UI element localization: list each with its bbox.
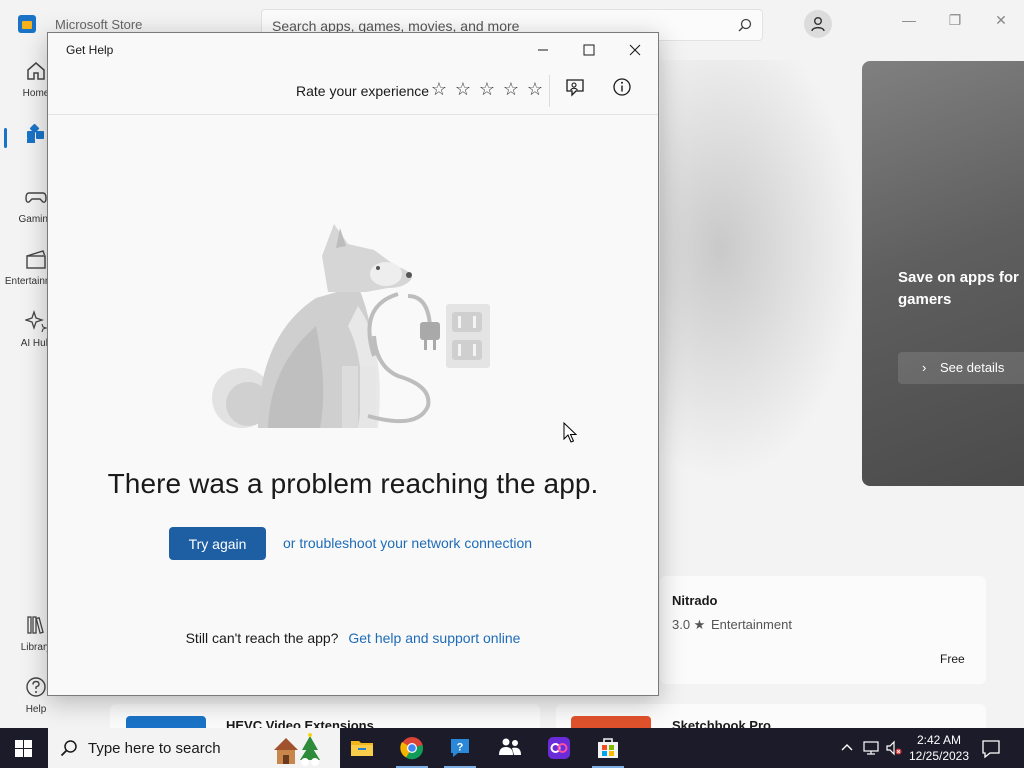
get-help-window: Get Help Rate your experience ☆ ☆ ☆ ☆ ☆: [47, 32, 659, 696]
windows-logo-icon: [15, 740, 32, 757]
close-icon: [629, 44, 641, 56]
nav-label: Help: [25, 704, 47, 715]
rate-experience-label: Rate your experience: [296, 83, 430, 99]
taskbar-store[interactable]: [584, 728, 632, 768]
taskbar-file-explorer[interactable]: [338, 728, 386, 768]
dialog-close-button[interactable]: [612, 33, 658, 67]
taskbar-people[interactable]: [486, 728, 534, 768]
store-icon: [598, 738, 618, 758]
card-category: Entertainment: [711, 617, 792, 632]
clapperboard-icon: [26, 250, 46, 269]
hero-text: Save on apps for gamers: [898, 269, 1019, 308]
search-icon[interactable]: [738, 18, 752, 32]
taskbar-search-placeholder: Type here to search: [88, 740, 221, 757]
see-details-label: See details: [940, 360, 1005, 375]
card-rating: 3.0 ★: [672, 617, 706, 632]
error-heading: There was a problem reaching the app.: [107, 468, 599, 499]
info-button[interactable]: [612, 77, 638, 103]
troubleshoot-network-link[interactable]: or troubleshoot your network connection: [283, 535, 532, 551]
volume-muted-icon[interactable]: [886, 740, 902, 756]
dog-unplugged-illustration: [212, 224, 490, 428]
maximize-icon: [583, 44, 595, 56]
see-details-button[interactable]: › See details: [898, 352, 1024, 384]
chevron-right-icon: ›: [922, 360, 927, 375]
app-card-nitrado[interactable]: Nitrado 3.0 ★ Entertainment Free: [660, 576, 986, 684]
clock-time: 2:42 AM: [916, 733, 962, 747]
get-help-icon: ?: [451, 739, 469, 757]
card-title: Sketchbook Pro: [672, 718, 771, 728]
feedback-button[interactable]: [564, 77, 590, 103]
store-minimize-button[interactable]: —: [886, 8, 932, 32]
mouse-cursor-icon: [563, 422, 577, 443]
store-logo-icon: [18, 15, 36, 33]
sketchbook-app-tile: [571, 716, 651, 728]
card-title: Nitrado: [672, 593, 718, 608]
hero-banner[interactable]: Save on apps for gamers › See details: [862, 61, 1024, 486]
rating-star-5[interactable]: ☆: [526, 80, 544, 98]
network-icon[interactable]: [863, 740, 879, 756]
dialog-maximize-button[interactable]: [566, 33, 612, 67]
account-avatar[interactable]: [804, 10, 832, 38]
store-restore-button[interactable]: ❐: [932, 8, 978, 32]
clock-date: 12/25/2023: [908, 749, 970, 763]
get-help-titlebar[interactable]: Get Help: [48, 33, 658, 67]
still-cant-reach-text: Still can't reach the app?: [185, 630, 339, 646]
svg-text:?: ?: [457, 742, 464, 754]
get-help-content: There was a problem reaching the app. Tr…: [48, 116, 658, 695]
holiday-decoration-icon: [274, 733, 320, 766]
taskbar: Type here to search ? 2:42 AM 12/25/2023: [0, 728, 1024, 768]
notification-icon[interactable]: [980, 738, 1002, 760]
rating-star-4[interactable]: ☆: [502, 80, 520, 98]
info-icon: [613, 78, 631, 96]
apps-icon: [27, 123, 44, 143]
feedback-icon: [566, 79, 584, 97]
rating-star-3[interactable]: ☆: [478, 80, 496, 98]
rating-star-2[interactable]: ☆: [454, 80, 472, 98]
dialog-minimize-button[interactable]: [520, 33, 566, 67]
library-icon: [27, 616, 44, 634]
chrome-icon: [400, 737, 424, 760]
search-icon: [60, 740, 77, 757]
sparkle-icon: [25, 310, 47, 332]
taskbar-game-app[interactable]: [535, 728, 583, 768]
teams-icon: [499, 738, 521, 755]
hevc-app-tile: [126, 716, 206, 728]
start-button[interactable]: [0, 728, 48, 768]
help-icon: [26, 677, 46, 697]
try-again-button[interactable]: Try again: [169, 527, 266, 560]
hero-blur: [660, 60, 860, 480]
system-clock[interactable]: 2:42 AM 12/25/2023: [902, 732, 976, 764]
toolbar-divider: [549, 75, 550, 107]
file-explorer-icon: [351, 741, 373, 756]
taskbar-search-box[interactable]: Type here to search: [48, 728, 340, 768]
card-price: Free: [940, 652, 965, 666]
store-title: Microsoft Store: [55, 17, 143, 32]
support-online-link[interactable]: Get help and support online: [348, 630, 520, 646]
still-cant-reach-row: Still can't reach the app? Get help and …: [48, 630, 658, 646]
get-help-toolbar: Rate your experience ☆ ☆ ☆ ☆ ☆: [48, 67, 658, 115]
taskbar-get-help[interactable]: ?: [436, 728, 484, 768]
get-help-title: Get Help: [66, 43, 114, 57]
minimize-icon: [538, 49, 548, 51]
taskbar-chrome[interactable]: [388, 728, 436, 768]
home-icon: [27, 62, 45, 80]
game-app-icon: [548, 737, 570, 759]
gamepad-icon: [25, 192, 47, 203]
person-icon: [811, 17, 825, 32]
card-title: HEVC Video Extensions: [226, 718, 374, 728]
chevron-up-icon[interactable]: [839, 740, 855, 756]
store-close-button[interactable]: ✕: [978, 8, 1024, 32]
rating-star-1[interactable]: ☆: [430, 80, 448, 98]
